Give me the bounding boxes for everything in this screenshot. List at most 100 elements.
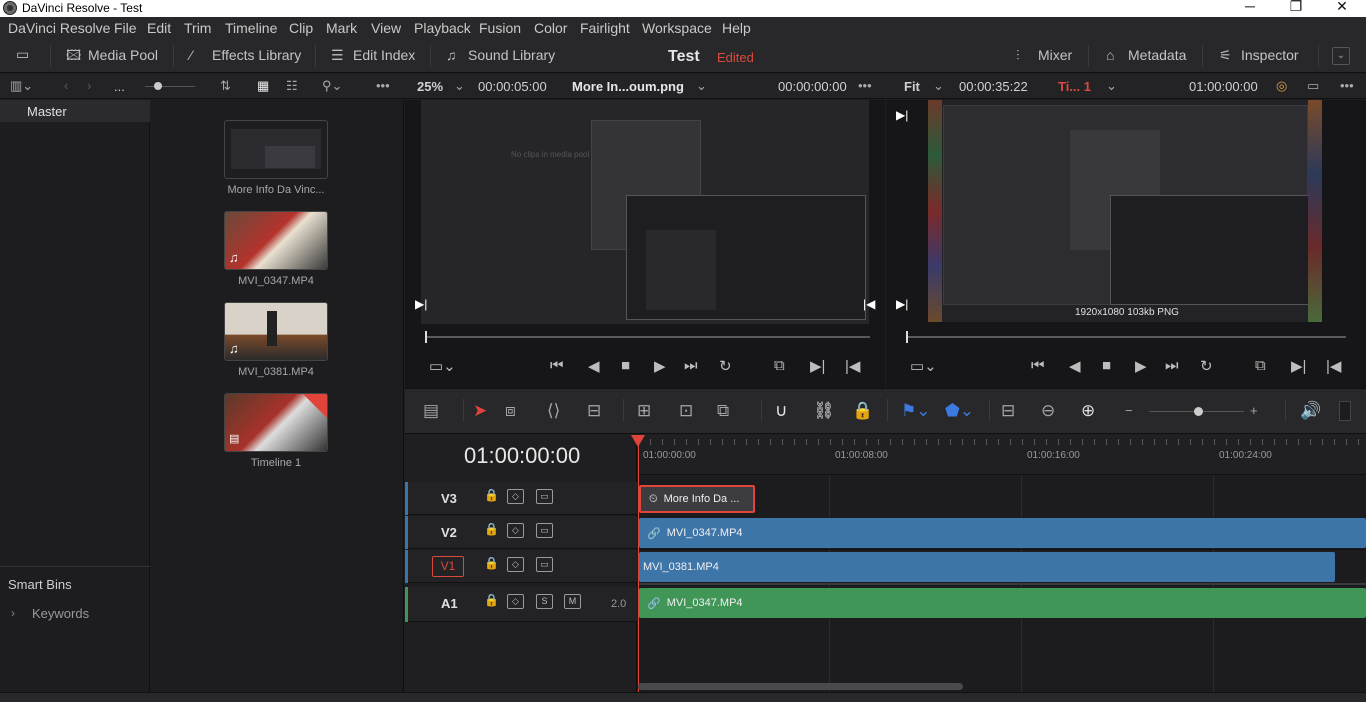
search-icon[interactable]: ⚲⌄ bbox=[322, 78, 342, 94]
color-wheel-icon[interactable]: ◎ bbox=[1276, 78, 1287, 94]
tl-mark-out-icon[interactable]: |◀ bbox=[1326, 357, 1341, 375]
tl-stop-icon[interactable]: ■ bbox=[1102, 357, 1111, 374]
thumbnail-size-slider[interactable] bbox=[145, 86, 195, 87]
menu-clip[interactable]: Clip bbox=[289, 20, 313, 36]
tl-jump-start-icon[interactable]: ⏮ bbox=[1031, 357, 1045, 374]
inspector-button[interactable]: ⚟ Inspector bbox=[1219, 47, 1299, 63]
auto-select-icon[interactable]: ◇ bbox=[507, 523, 524, 538]
menu-mark[interactable]: Mark bbox=[326, 20, 357, 36]
timeline-view-icon[interactable]: ▤ bbox=[423, 401, 439, 421]
lock-icon[interactable]: 🔒 bbox=[483, 557, 500, 572]
menu-color[interactable]: Color bbox=[534, 20, 567, 36]
nav-back-icon[interactable]: ‹ bbox=[64, 78, 68, 93]
track-header-v2[interactable]: V2 🔒 ◇ ▭ bbox=[405, 516, 637, 549]
timeline-clip-v2[interactable]: 🔗 MVI_0347.MP4 bbox=[639, 518, 1366, 548]
in-point-icon[interactable]: ▶| bbox=[415, 297, 427, 311]
auto-select-icon[interactable]: ◇ bbox=[507, 594, 524, 609]
thumbnail-slider-handle[interactable] bbox=[154, 82, 162, 90]
tl-in-point-icon[interactable]: ▶| bbox=[896, 108, 908, 122]
snapping-icon[interactable]: ∪ bbox=[775, 401, 787, 421]
tl-mark-in-icon[interactable]: ▶| bbox=[1291, 357, 1306, 375]
source-options-icon[interactable]: ••• bbox=[858, 78, 872, 93]
selection-tool-icon[interactable]: ➤ bbox=[473, 401, 487, 421]
timeline-fit[interactable]: Fit bbox=[904, 79, 920, 94]
keywords-bin[interactable]: Keywords bbox=[32, 606, 89, 621]
overwrite-clip-icon[interactable]: ⊡ bbox=[679, 401, 693, 421]
tl-jump-end-icon[interactable]: ⏭ bbox=[1165, 357, 1179, 374]
lock-icon[interactable]: 🔒 bbox=[483, 594, 500, 609]
timeline-ruler[interactable]: 01:00:00:00 01:00:08:00 01:00:16:00 01:0… bbox=[638, 435, 1366, 475]
source-clip-name[interactable]: More In...oum.png bbox=[572, 79, 684, 94]
source-scrubber[interactable] bbox=[425, 336, 870, 338]
panel-layout-icon[interactable]: ▥⌄ bbox=[10, 78, 33, 94]
mute-button[interactable]: M bbox=[564, 594, 581, 609]
nav-forward-icon[interactable]: › bbox=[87, 78, 91, 93]
mixer-button[interactable]: ⫶ Mixer bbox=[1016, 47, 1072, 63]
track-header-v1[interactable]: V1 🔒 ◇ ▭ bbox=[405, 550, 637, 583]
timeline-chevron-down-icon[interactable]: ⌄ bbox=[1106, 78, 1117, 94]
menu-workspace[interactable]: Workspace bbox=[642, 20, 712, 36]
flag-icon[interactable]: ⚑⌄ bbox=[901, 401, 930, 421]
menu-help[interactable]: Help bbox=[722, 20, 751, 36]
chevron-right-icon[interactable]: › bbox=[11, 606, 15, 620]
timeline-name[interactable]: Ti... 1 bbox=[1058, 79, 1091, 94]
insert-clip-icon[interactable]: ⊞ bbox=[637, 401, 651, 421]
master-bin-row[interactable] bbox=[0, 100, 150, 122]
tl-match-frame-icon[interactable]: ⧉ bbox=[1255, 357, 1266, 374]
source-zoom[interactable]: 25% bbox=[417, 79, 443, 94]
viewer-mode-icon[interactable]: ▭ bbox=[1307, 78, 1319, 94]
source-view-options-icon[interactable]: ▭⌄ bbox=[429, 357, 456, 375]
mark-out-icon[interactable]: |◀ bbox=[845, 357, 860, 375]
zoom-chevron-down-icon[interactable]: ⌄ bbox=[454, 78, 465, 94]
track-name-v1[interactable]: V1 bbox=[432, 556, 464, 577]
mark-in-icon[interactable]: ▶| bbox=[810, 357, 825, 375]
auto-select-icon[interactable]: ◇ bbox=[507, 489, 524, 504]
track-visibility-icon[interactable]: ▭ bbox=[536, 489, 553, 504]
marker-icon[interactable]: ⬟⌄ bbox=[945, 401, 974, 421]
jump-end-icon[interactable]: ⏭ bbox=[684, 357, 698, 374]
zoom-detail-icon[interactable]: ⊖ bbox=[1041, 401, 1055, 421]
media-pool-button[interactable]: 🖾 Media Pool bbox=[66, 47, 158, 63]
minimize-button[interactable]: ─ bbox=[1227, 0, 1273, 16]
tl-loop-icon[interactable]: ↻ bbox=[1200, 357, 1213, 375]
tl-play-icon[interactable]: ▶ bbox=[1135, 357, 1147, 375]
timeline-scrubber[interactable] bbox=[906, 336, 1346, 338]
collapse-chevron-icon[interactable]: ⌄ bbox=[1332, 47, 1350, 65]
source-playhead[interactable] bbox=[425, 331, 427, 343]
close-button[interactable]: ✕ bbox=[1319, 0, 1365, 16]
tl-play-reverse-icon[interactable]: ◀ bbox=[1069, 357, 1081, 375]
zoom-full-icon[interactable]: ⊟ bbox=[1001, 401, 1015, 421]
menu-davinci-resolve[interactable]: DaVinci Resolve bbox=[8, 20, 110, 36]
bin-path-ellipsis[interactable]: ... bbox=[114, 79, 125, 94]
restore-button[interactable]: ❐ bbox=[1273, 0, 1319, 16]
menu-playback[interactable]: Playback bbox=[414, 20, 471, 36]
edit-index-button[interactable]: ☰ Edit Index bbox=[331, 47, 415, 63]
sound-library-button[interactable]: ♫ Sound Library bbox=[446, 47, 555, 63]
out-point-icon[interactable]: |◀ bbox=[863, 297, 875, 311]
zoom-custom-icon[interactable]: ⊕ bbox=[1081, 401, 1095, 421]
track-header-v3[interactable]: V3 🔒 ◇ ▭ bbox=[405, 482, 637, 515]
workspace-layout-icon[interactable]: ▭ bbox=[16, 47, 32, 61]
match-frame-icon[interactable]: ⧉ bbox=[774, 357, 785, 374]
track-visibility-icon[interactable]: ▭ bbox=[536, 557, 553, 572]
menu-trim[interactable]: Trim bbox=[184, 20, 211, 36]
tl-in-marker-icon[interactable]: ▶| bbox=[896, 297, 908, 311]
linked-selection-icon[interactable]: ⛓ bbox=[813, 401, 835, 421]
playhead-handle-icon[interactable] bbox=[631, 435, 645, 447]
timeline-clip-a1[interactable]: 🔗 MVI_0347.MP4 bbox=[639, 588, 1366, 618]
timeline-view-options-icon[interactable]: ▭⌄ bbox=[910, 357, 937, 375]
lock-icon[interactable]: 🔒 bbox=[483, 523, 500, 538]
clip-chevron-down-icon[interactable]: ⌄ bbox=[696, 78, 707, 94]
viewer-options-icon[interactable]: ••• bbox=[1340, 78, 1354, 93]
menu-view[interactable]: View bbox=[371, 20, 401, 36]
timeline-clip-v1[interactable]: MVI_0381.MP4 bbox=[639, 552, 1335, 582]
timeline-clip-v3[interactable]: ⏲ More Info Da ... bbox=[639, 485, 755, 513]
list-view-icon[interactable]: ☷ bbox=[286, 78, 298, 94]
menu-fairlight[interactable]: Fairlight bbox=[580, 20, 630, 36]
pool-clip-image[interactable]: More Info Da Vinc... bbox=[224, 120, 328, 196]
volume-icon[interactable]: 🔊 bbox=[1300, 401, 1321, 421]
bin-options-icon[interactable]: ••• bbox=[376, 78, 390, 93]
play-reverse-icon[interactable]: ◀ bbox=[588, 357, 600, 375]
menu-file[interactable]: File bbox=[114, 20, 137, 36]
menu-timeline[interactable]: Timeline bbox=[225, 20, 277, 36]
